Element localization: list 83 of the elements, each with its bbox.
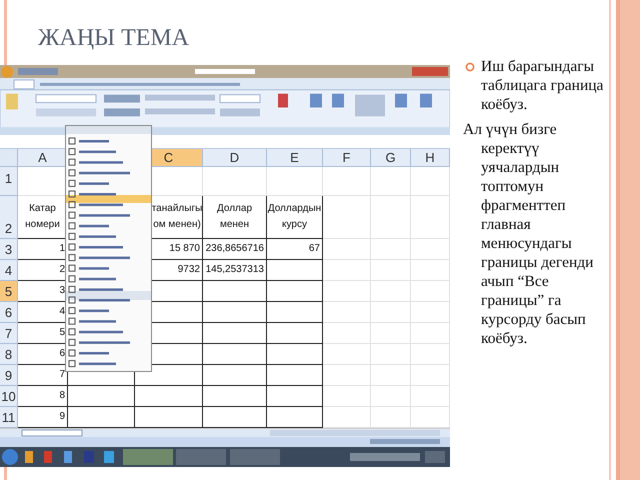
table-cell	[371, 281, 411, 302]
table-cell	[267, 344, 323, 365]
table-cell	[203, 344, 267, 365]
table-cell	[371, 365, 411, 386]
table-cell: 236,8656716	[203, 239, 267, 260]
table-cell	[411, 365, 450, 386]
table-cell: Доллар менен	[203, 196, 267, 239]
table-cell: Доллардын курсу	[267, 196, 323, 239]
table-cell	[371, 196, 411, 239]
table-cell	[267, 407, 323, 428]
table-cell	[267, 365, 323, 386]
table-cell: 67	[267, 239, 323, 260]
table-cell	[371, 323, 411, 344]
table-cell	[323, 407, 371, 428]
table-cell	[267, 167, 323, 196]
table-cell	[267, 302, 323, 323]
row-header[interactable]: 5	[0, 281, 18, 302]
row-header[interactable]: 3	[0, 239, 18, 260]
table-cell: 9	[18, 407, 68, 428]
table-cell	[411, 167, 450, 196]
table-cell	[411, 196, 450, 239]
row-header[interactable]: 7	[0, 323, 18, 344]
table-cell	[203, 407, 267, 428]
table-cell	[135, 386, 203, 407]
row-header[interactable]: 8	[0, 344, 18, 365]
table-cell	[203, 386, 267, 407]
table-cell	[323, 281, 371, 302]
table-cell	[411, 344, 450, 365]
table-cell	[411, 260, 450, 281]
column-header[interactable]: F	[323, 149, 371, 167]
table-cell	[203, 323, 267, 344]
row-header[interactable]: 11	[0, 407, 18, 428]
dropdown-menu[interactable]	[65, 125, 152, 372]
table-cell	[323, 386, 371, 407]
table-cell	[323, 302, 371, 323]
bullet-icon	[465, 62, 475, 72]
table-cell	[203, 167, 267, 196]
table-cell: 8	[18, 386, 68, 407]
table-cell	[323, 323, 371, 344]
row-header[interactable]: 2	[0, 196, 18, 239]
column-header[interactable]: D	[203, 149, 267, 167]
table-cell	[411, 281, 450, 302]
table-cell	[323, 344, 371, 365]
table-cell	[203, 302, 267, 323]
table-cell	[323, 196, 371, 239]
table-cell	[135, 407, 203, 428]
row-header[interactable]: 9	[0, 365, 18, 386]
table-cell	[411, 239, 450, 260]
paragraph-text: Ал үчүн бизге керектүү уячалардын топтомун фрагменттеп главная менюсундагы границы дегенди ачып “Все границы” га курсорду басып коёбуз.	[463, 121, 594, 347]
table-cell	[411, 323, 450, 344]
table-cell	[323, 365, 371, 386]
table-cell	[203, 281, 267, 302]
table-cell	[323, 239, 371, 260]
table-cell	[371, 167, 411, 196]
table-cell	[371, 302, 411, 323]
table-cell	[371, 386, 411, 407]
table-cell	[323, 260, 371, 281]
table-cell	[323, 167, 371, 196]
row-header[interactable]: 6	[0, 302, 18, 323]
slide-title: ЖАҢЫ ТЕМА	[38, 24, 190, 53]
row-header[interactable]: 1	[0, 167, 18, 196]
column-header[interactable]: A	[18, 149, 68, 167]
table-cell	[267, 323, 323, 344]
table-cell	[267, 281, 323, 302]
table-cell	[267, 386, 323, 407]
table-cell	[371, 344, 411, 365]
row-header[interactable]: 10	[0, 386, 18, 407]
table-cell	[68, 386, 135, 407]
column-header[interactable]: E	[267, 149, 323, 167]
table-cell	[371, 407, 411, 428]
table-cell	[203, 365, 267, 386]
table-cell	[411, 407, 450, 428]
column-header[interactable]: G	[371, 149, 411, 167]
table-cell	[68, 407, 135, 428]
row-header[interactable]: 4	[0, 260, 18, 281]
column-header[interactable]: H	[411, 149, 450, 167]
table-cell	[411, 386, 450, 407]
table-cell	[371, 239, 411, 260]
paragraph-text: Иш барагындагы таблицага граница коёбуз.	[481, 58, 604, 113]
table-cell	[411, 302, 450, 323]
table-cell	[371, 260, 411, 281]
table-cell: 145,2537313	[203, 260, 267, 281]
table-cell	[267, 260, 323, 281]
